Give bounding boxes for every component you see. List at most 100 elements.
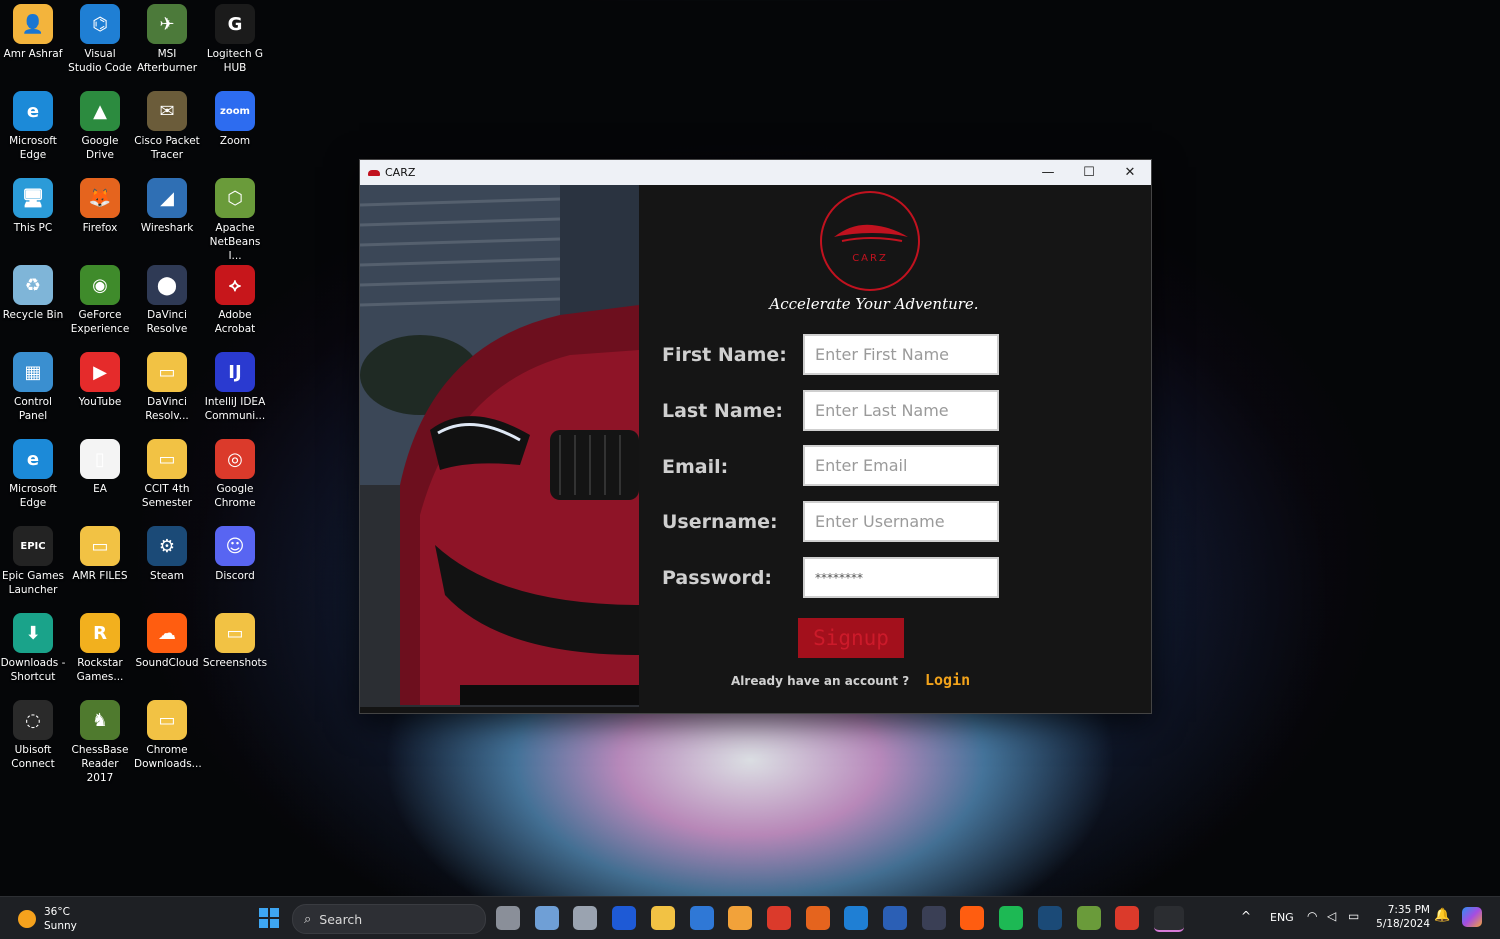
spotify-taskbar-icon[interactable] [999, 906, 1024, 930]
desktop-icon[interactable]: ▭ Screenshots [202, 609, 268, 670]
email-field[interactable] [803, 445, 999, 486]
login-link[interactable]: Login [925, 671, 970, 689]
store-taskbar-icon[interactable] [689, 906, 714, 930]
desktop-icon[interactable]: 🦊 Firefox [67, 174, 133, 235]
desktop-icon[interactable]: e Microsoft Edge [0, 435, 66, 510]
vscode-taskbar-icon[interactable] [844, 906, 869, 930]
desktop-icon[interactable]: EPIC Epic Games Launcher [0, 522, 66, 597]
start-button[interactable] [259, 908, 279, 928]
carz-app-taskbar-icon[interactable] [1153, 906, 1184, 932]
taskbar-search[interactable]: ⌕ Search [292, 904, 486, 934]
language-indicator[interactable]: ENG [1270, 911, 1294, 924]
desktop-icon[interactable]: ♞ ChessBase Reader 2017 [67, 696, 133, 785]
password-field[interactable] [803, 557, 999, 598]
app-icon: EPIC [13, 526, 53, 566]
desktop-icon[interactable]: IJ IntelliJ IDEA Communi... [202, 348, 268, 423]
desktop-icon-label: YouTube [78, 396, 122, 408]
desktop-icon[interactable]: ◉ GeForce Experience [67, 261, 133, 336]
logo-text: CARZ [852, 253, 888, 264]
app-icon: IJ [215, 352, 255, 392]
l-app-taskbar-icon[interactable] [612, 906, 637, 930]
chrome-profile-taskbar-icon[interactable] [1115, 906, 1140, 930]
desktop-icon[interactable]: ▭ Chrome Downloads... [134, 696, 202, 771]
desktop-icon[interactable]: ◢ Wireshark [134, 174, 200, 235]
desktop-icon-label: Steam [150, 570, 184, 582]
desktop-icon[interactable]: ▭ DaVinci Resolv... [134, 348, 200, 423]
battery-icon[interactable]: ▭ [1348, 909, 1359, 923]
netbeans-taskbar-icon[interactable] [1076, 906, 1101, 930]
settings-taskbar-icon[interactable] [573, 906, 598, 930]
task-view-taskbar-icon[interactable] [496, 906, 520, 930]
desktop-icon[interactable]: ▶ YouTube [67, 348, 133, 409]
copilot-icon[interactable] [1462, 907, 1482, 927]
app-icon: ⟡ [215, 265, 255, 305]
desktop-icon[interactable]: zoom Zoom [202, 87, 268, 148]
app-icon: ◉ [80, 265, 120, 305]
tray-chevron-icon[interactable]: ^ [1241, 909, 1251, 923]
desktop-icon[interactable]: ☺ Discord [202, 522, 268, 583]
desktop-icon[interactable]: ⬡ Apache NetBeans I... [202, 174, 268, 263]
desktop-icon[interactable]: 👤 Amr Ashraf [0, 0, 66, 61]
app-icon: ▭ [147, 352, 187, 392]
desktop-icon[interactable]: ⚙ Steam [134, 522, 200, 583]
desktop-icon-label: DaVinci Resolve [146, 309, 188, 335]
desktop-icon[interactable]: ⬇ Downloads - Shortcut [0, 609, 66, 684]
weather-widget[interactable]: 36°C Sunny [18, 905, 77, 933]
last-name-field[interactable] [803, 390, 999, 431]
app-icon: ▦ [13, 352, 53, 392]
desktop-icon[interactable]: ◎ Google Chrome [202, 435, 268, 510]
desktop-icon-label: Ubisoft Connect [11, 744, 55, 770]
desktop-icon-label: Screenshots [202, 657, 268, 669]
desktop-icon-label: CCIT 4th Semester [141, 483, 193, 509]
maximize-button[interactable]: ☐ [1068, 160, 1110, 185]
wifi-icon[interactable]: ◠ [1307, 909, 1317, 923]
soundcloud-taskbar-icon[interactable] [960, 906, 985, 930]
photos-taskbar-icon[interactable] [534, 906, 559, 930]
app-icon: ◎ [215, 439, 255, 479]
desktop-icon[interactable]: ⬤ DaVinci Resolve [134, 261, 200, 336]
app-icon: zoom [215, 91, 255, 131]
desktop-icon-label: Firefox [82, 222, 118, 234]
carz-logo: CARZ [820, 191, 920, 291]
desktop-icon[interactable]: e Microsoft Edge [0, 87, 66, 162]
app-icon: ☁ [147, 613, 187, 653]
packages-taskbar-icon[interactable] [728, 906, 753, 930]
app-icon: e [13, 439, 53, 479]
desktop-icon[interactable]: ✉ Cisco Packet Tracer [134, 87, 200, 162]
password-label: Password: [662, 567, 773, 589]
desktop-icon[interactable]: ⟡ Adobe Acrobat [202, 261, 268, 336]
weather-temp: 36°C [44, 906, 70, 918]
desktop-icon[interactable]: ▭ AMR FILES [67, 522, 133, 583]
firefox-taskbar-icon[interactable] [805, 906, 830, 930]
desktop-icon[interactable]: 🖥 This PC [0, 174, 66, 235]
word-taskbar-icon[interactable] [883, 906, 907, 930]
close-button[interactable]: ✕ [1109, 160, 1151, 185]
desktop-icon[interactable]: ▲ Google Drive [67, 87, 133, 162]
desktop-icon[interactable]: R Rockstar Games... [67, 609, 133, 684]
desktop-icon[interactable]: ☁ SoundCloud [134, 609, 200, 670]
davinci-taskbar-icon[interactable] [921, 906, 946, 930]
window-titlebar[interactable]: CARZ — ☐ ✕ [360, 160, 1151, 185]
minimize-button[interactable]: — [1027, 160, 1069, 185]
desktop-icon-label: EA [93, 483, 107, 495]
desktop-icon[interactable]: ▭ CCIT 4th Semester [134, 435, 200, 510]
username-field[interactable] [803, 501, 999, 542]
file-explorer-taskbar-icon[interactable] [650, 906, 675, 930]
clock[interactable]: 7:35 PM 5/18/2024 [1374, 903, 1430, 931]
desktop-icon[interactable]: G Logitech G HUB [202, 0, 268, 75]
desktop-icon[interactable]: ▯ EA [67, 435, 133, 496]
last-name-label: Last Name: [662, 400, 783, 422]
signup-button[interactable]: Signup [798, 618, 904, 658]
desktop-icon[interactable]: ◌ Ubisoft Connect [0, 696, 66, 771]
desktop-icon[interactable]: ♻ Recycle Bin [0, 261, 66, 322]
app-icon: ♻ [13, 265, 53, 305]
chrome-taskbar-icon[interactable] [766, 906, 791, 930]
volume-icon[interactable]: ◁ [1327, 909, 1336, 923]
desktop-icon[interactable]: ▦ Control Panel [0, 348, 66, 423]
desktop-icon[interactable]: ✈ MSI Afterburner [134, 0, 200, 75]
first-name-field[interactable] [803, 334, 999, 375]
notification-icon[interactable]: 🔔 [1434, 908, 1450, 923]
desktop-icon[interactable]: ⌬ Visual Studio Code [67, 0, 133, 75]
steam-taskbar-icon[interactable] [1037, 906, 1062, 930]
app-icon: R [80, 613, 120, 653]
